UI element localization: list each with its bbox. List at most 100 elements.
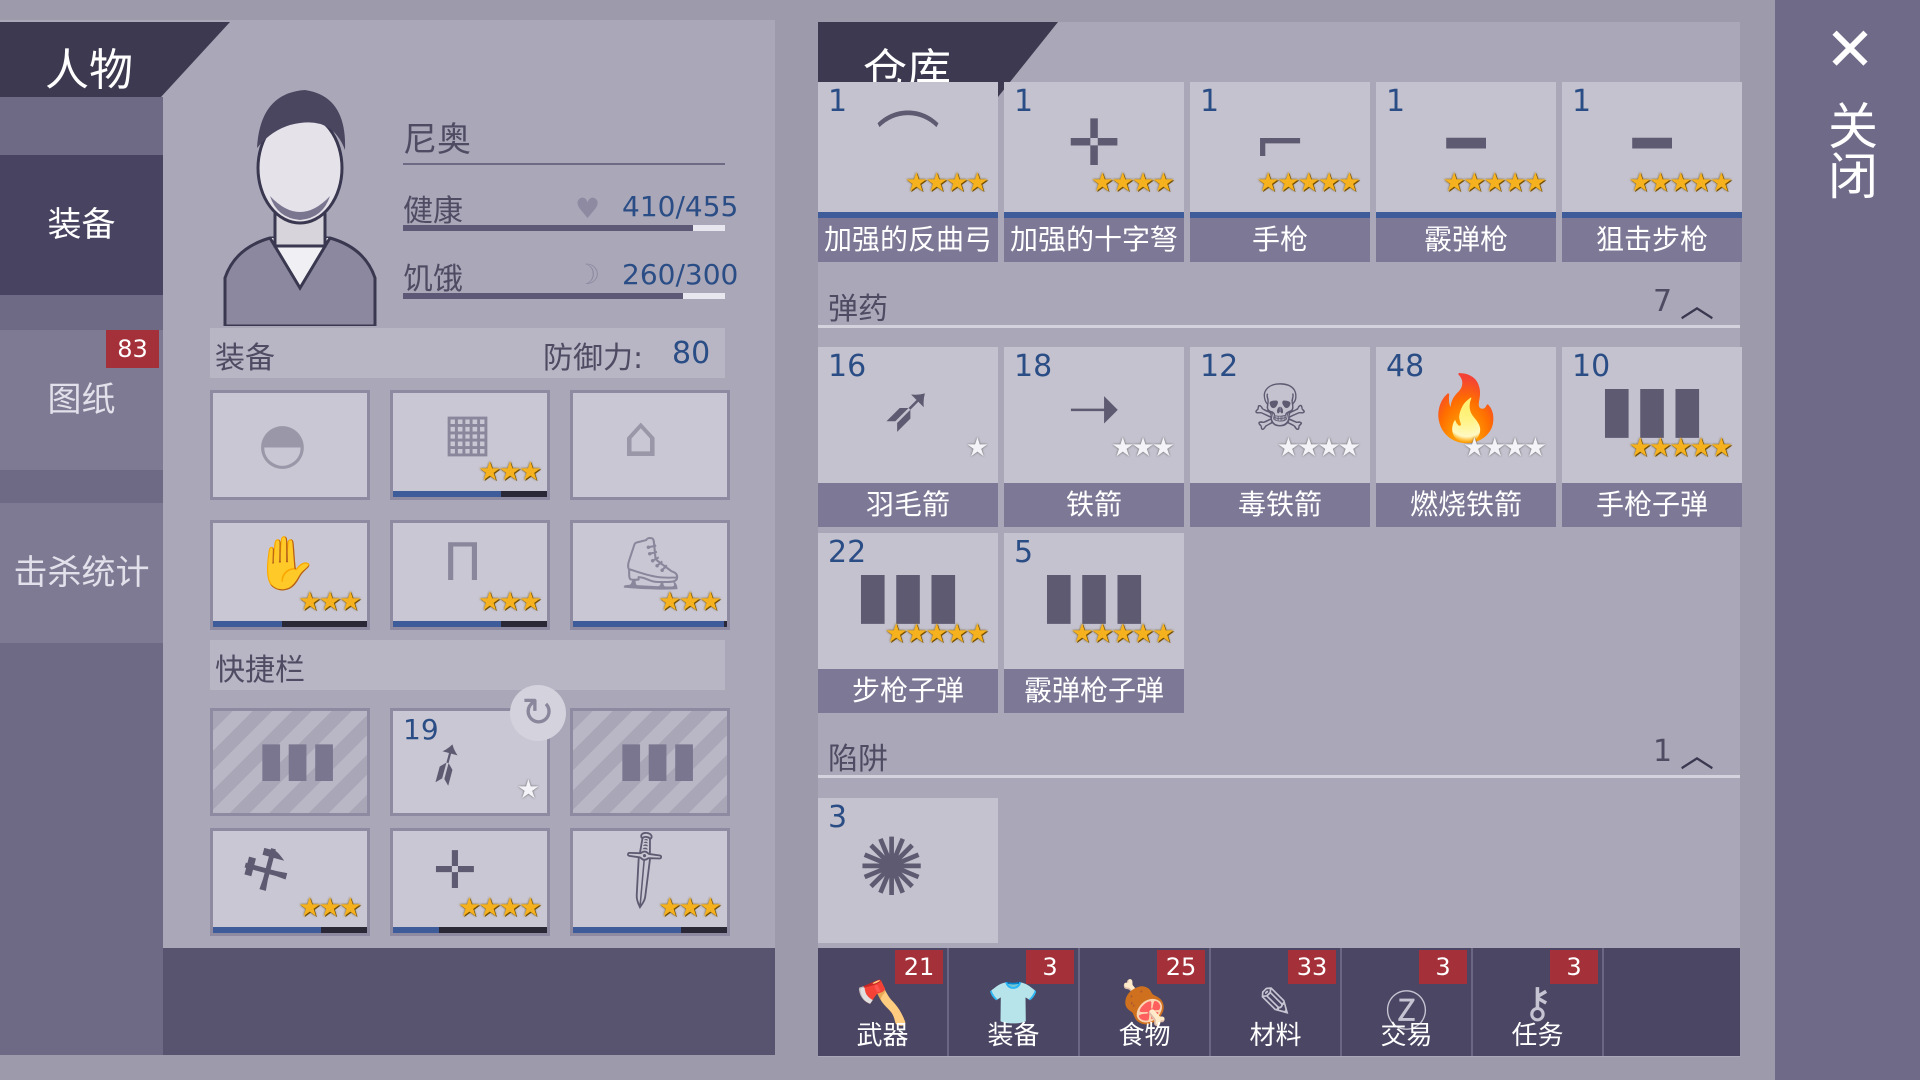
star-rating: ★★★★★ — [884, 619, 989, 649]
ammo-card[interactable]: 10 ▮▮▮ ★★★★★ 手枪子弹 — [1562, 347, 1742, 527]
durability-bar — [393, 491, 501, 497]
category-tab[interactable]: 🪓 21 武器 — [818, 948, 949, 1056]
ammo-card[interactable]: 12 ☠ ★★★★ 毒铁箭 — [1190, 347, 1370, 527]
pistol-bullets-icon: ▮▮▮ — [1599, 372, 1705, 446]
category-tab-label: 武器 — [856, 1021, 909, 1051]
trap-card[interactable]: 3 ✺ — [818, 798, 998, 943]
quickbar-slot-4[interactable]: ⚒ ★★★ — [210, 828, 370, 936]
swap-icon[interactable]: ↻ — [510, 685, 566, 741]
empty-star-icon: ★ — [516, 775, 540, 805]
weapon-card[interactable]: 1 ━ ★★★★★ 霰弹枪 — [1376, 82, 1556, 262]
item-name: 手枪子弹 — [1562, 483, 1742, 527]
heart-icon: ♥ — [575, 192, 601, 225]
durability-bar — [573, 927, 681, 933]
trap-section-header[interactable]: 陷阱 1 ︿ — [818, 730, 1740, 778]
weapon-card[interactable]: 1 ⌒ ★★★★ 加强的反曲弓 — [818, 82, 998, 262]
equip-slot-feet[interactable]: ⛸ ★★★ — [570, 520, 730, 630]
defense-label: 防御力: — [543, 341, 644, 376]
star-rating: ★ — [966, 435, 989, 461]
star-icon: ★ — [945, 619, 968, 649]
close-label[interactable]: 关闭 — [1815, 100, 1885, 200]
weapon-card[interactable]: 1 ━ ★★★★★ 狙击步枪 — [1562, 82, 1742, 262]
quickbar-slot-5[interactable]: ✛ ★★★★ — [390, 828, 550, 936]
star-icon: ★ — [318, 587, 341, 617]
equip-slot-legs[interactable]: Π ★★★ — [390, 520, 550, 630]
star-icon: ★ — [1317, 168, 1340, 198]
category-tab[interactable]: ✎ 33 材料 — [1211, 948, 1342, 1056]
star-icon: ★ — [678, 587, 701, 617]
quickbar-slot-1[interactable]: ▮▮▮ — [210, 708, 370, 816]
item-name: 铁箭 — [1004, 483, 1184, 527]
item-quantity: 3 — [828, 800, 848, 835]
armor-vest-icon: ▦ — [443, 403, 493, 463]
empty-star-icon: ★ — [1151, 433, 1175, 463]
star-icon: ★ — [518, 457, 542, 487]
side-tab-kill-stats[interactable]: 击杀统计 — [0, 503, 163, 643]
item-name: 加强的十字弩 — [1004, 218, 1184, 262]
star-icon: ★ — [925, 619, 948, 649]
ammo-card[interactable]: 16 ➶ ★ 羽毛箭 — [818, 347, 998, 527]
ammo-section-header[interactable]: 弹药 7 ︿ — [818, 280, 1740, 328]
jacket-icon: ⌂ — [623, 405, 659, 470]
weapon-card[interactable]: 1 ✛ ★★★★ 加强的十字弩 — [1004, 82, 1184, 262]
item-name: 步枪子弹 — [818, 669, 998, 713]
durability-bar — [213, 927, 321, 933]
equip-slot-hands[interactable]: ✋ ★★★ — [210, 520, 370, 630]
category-tab-label: 任务 — [1511, 1021, 1564, 1051]
chevron-up-icon[interactable]: ︿ — [1680, 728, 1714, 777]
star-icon: ★ — [1111, 168, 1134, 198]
item-name: 霰弹枪 — [1376, 218, 1556, 262]
close-icon[interactable]: ✕ — [1820, 20, 1880, 80]
health-label: 健康 — [403, 194, 463, 229]
star-icon: ★ — [678, 893, 701, 923]
empty-star-icon: ★ — [1337, 433, 1361, 463]
count-badge: 25 — [1157, 950, 1205, 984]
equip-slot-body[interactable]: ▦ ★★★ — [390, 390, 550, 500]
star-icon: ★ — [1442, 168, 1465, 198]
quickbar-slot-3[interactable]: ▮▮▮ — [570, 708, 730, 816]
star-rating: ★★★★★ — [1628, 168, 1733, 198]
side-tab-label: 装备 — [47, 205, 116, 245]
quickbar-slot-6[interactable]: 🗡 ★★★ — [570, 822, 730, 936]
side-tab-label: 击杀统计 — [13, 553, 150, 593]
star-icon: ★ — [1111, 619, 1134, 649]
ammo-card[interactable]: 5 ▮▮▮ ★★★★★ 霰弹枪子弹 — [1004, 533, 1184, 713]
item-name: 羽毛箭 — [818, 483, 998, 527]
category-tab[interactable]: Ⓩ 3 交易 — [1342, 948, 1473, 1056]
star-rating: ★★★★ — [1463, 435, 1547, 461]
star-rating: ★★★ — [1111, 433, 1175, 463]
star-icon: ★ — [904, 619, 928, 649]
equipment-header: 装备 防御力: 80 — [210, 328, 725, 378]
ammo-card[interactable]: 48 🔥 ★★★★ 燃烧铁箭 — [1376, 347, 1556, 527]
crossbow-icon: ✛ — [433, 841, 477, 901]
ammo-card[interactable]: 18 ➝ ★★★ 铁箭 — [1004, 347, 1184, 527]
star-icon: ★ — [1523, 168, 1547, 198]
health-value: 410/455 — [622, 190, 739, 223]
star-icon: ★ — [658, 587, 681, 617]
trap-section-count: 1 — [1653, 734, 1673, 769]
shotgun-icon: ━ — [1446, 107, 1486, 181]
equip-slot-head[interactable]: ◓ — [210, 390, 370, 500]
item-name: 毒铁箭 — [1190, 483, 1370, 527]
character-tab-title: 人物 — [45, 45, 133, 96]
star-rating: ★★★ — [298, 587, 362, 617]
star-icon: ★ — [1151, 619, 1175, 649]
star-icon: ★ — [1648, 168, 1672, 198]
star-rating: ★ — [516, 775, 540, 805]
category-tab[interactable]: 👕 3 装备 — [949, 948, 1080, 1056]
revolver-icon: ⌐ — [1253, 107, 1307, 181]
chevron-up-icon[interactable]: ︿ — [1680, 278, 1714, 327]
shotgun-shells-icon: ▮▮▮ — [1041, 558, 1147, 632]
ammo-section-label: 弹药 — [828, 292, 888, 327]
star-rating: ★★★★ — [458, 895, 542, 921]
side-tab-equipment[interactable]: 装备 — [0, 155, 163, 295]
star-rating: ★★★ — [478, 457, 542, 487]
empty-star-icon: ★ — [1111, 433, 1134, 463]
durability-bar — [818, 212, 998, 218]
weapon-card[interactable]: 1 ⌐ ★★★★★ 手枪 — [1190, 82, 1370, 262]
ammo-card[interactable]: 22 ▮▮▮ ★★★★★ 步枪子弹 — [818, 533, 998, 713]
category-tab-label: 材料 — [1249, 1021, 1302, 1051]
equip-slot-outer[interactable]: ⌂ — [570, 390, 730, 500]
category-tab[interactable]: ⚷ 3 任务 — [1473, 948, 1604, 1056]
category-tab[interactable]: 🍖 25 食物 — [1080, 948, 1211, 1056]
